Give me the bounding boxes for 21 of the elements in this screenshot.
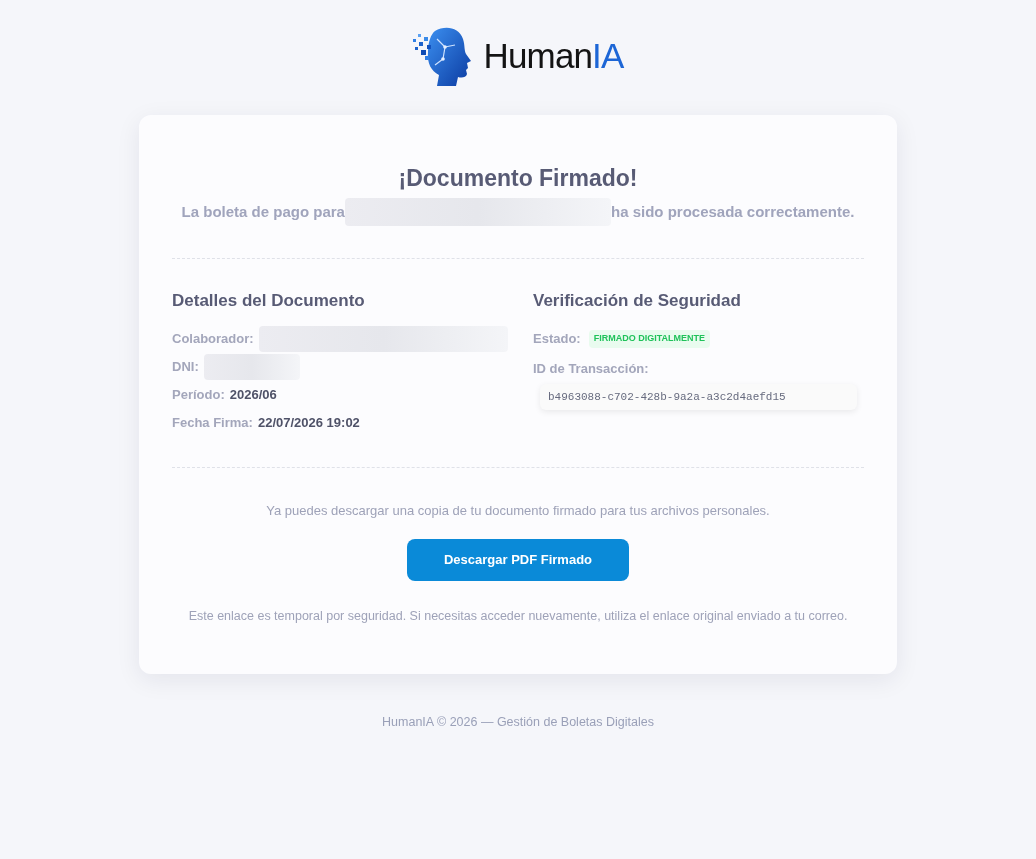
subtitle-text: ha sido procesada correctamente. <box>610 201 855 222</box>
transaction-id-code: b4963088-c702-428b-9a2a-a3c2d4aefd15 <box>540 384 857 410</box>
field-value: 2026/06 <box>229 386 277 405</box>
head-profile-icon <box>412 25 473 86</box>
field-label: Colaborador: <box>172 330 254 349</box>
section-heading: Detalles del Documento <box>172 290 366 312</box>
field-label: Período: <box>172 386 225 405</box>
logo-wordmark: HumanIA <box>483 38 624 73</box>
download-pdf-button[interactable]: Descargar PDF Firmado <box>407 539 629 581</box>
subtitle-text: La boleta de pago para <box>181 201 345 222</box>
footer-text: HumanIA © 2026 — Gestión de Boletas Digitales <box>382 714 654 731</box>
field-value: 22/07/2026 19:02 <box>257 414 360 433</box>
temporary-link-note: Este enlace es temporal por seguridad. Si necesitas acceder nuevamente, utiliza el enlace original enviado a tu correo. <box>187 608 849 625</box>
status-badge: FIRMADO DIGITALMENTE <box>588 330 710 348</box>
card-title: ¡Documento Firmado! <box>397 164 639 192</box>
field-label: ID de Transacción: <box>533 360 649 378</box>
field-label: Estado: <box>533 330 581 349</box>
field-label: DNI: <box>172 358 199 377</box>
section-heading: Verificación de Seguridad <box>533 290 742 312</box>
field-label: Fecha Firma: <box>172 414 253 433</box>
download-note: Ya puedes descargar una copia de tu documento firmado para tus archivos personales. <box>265 502 771 520</box>
